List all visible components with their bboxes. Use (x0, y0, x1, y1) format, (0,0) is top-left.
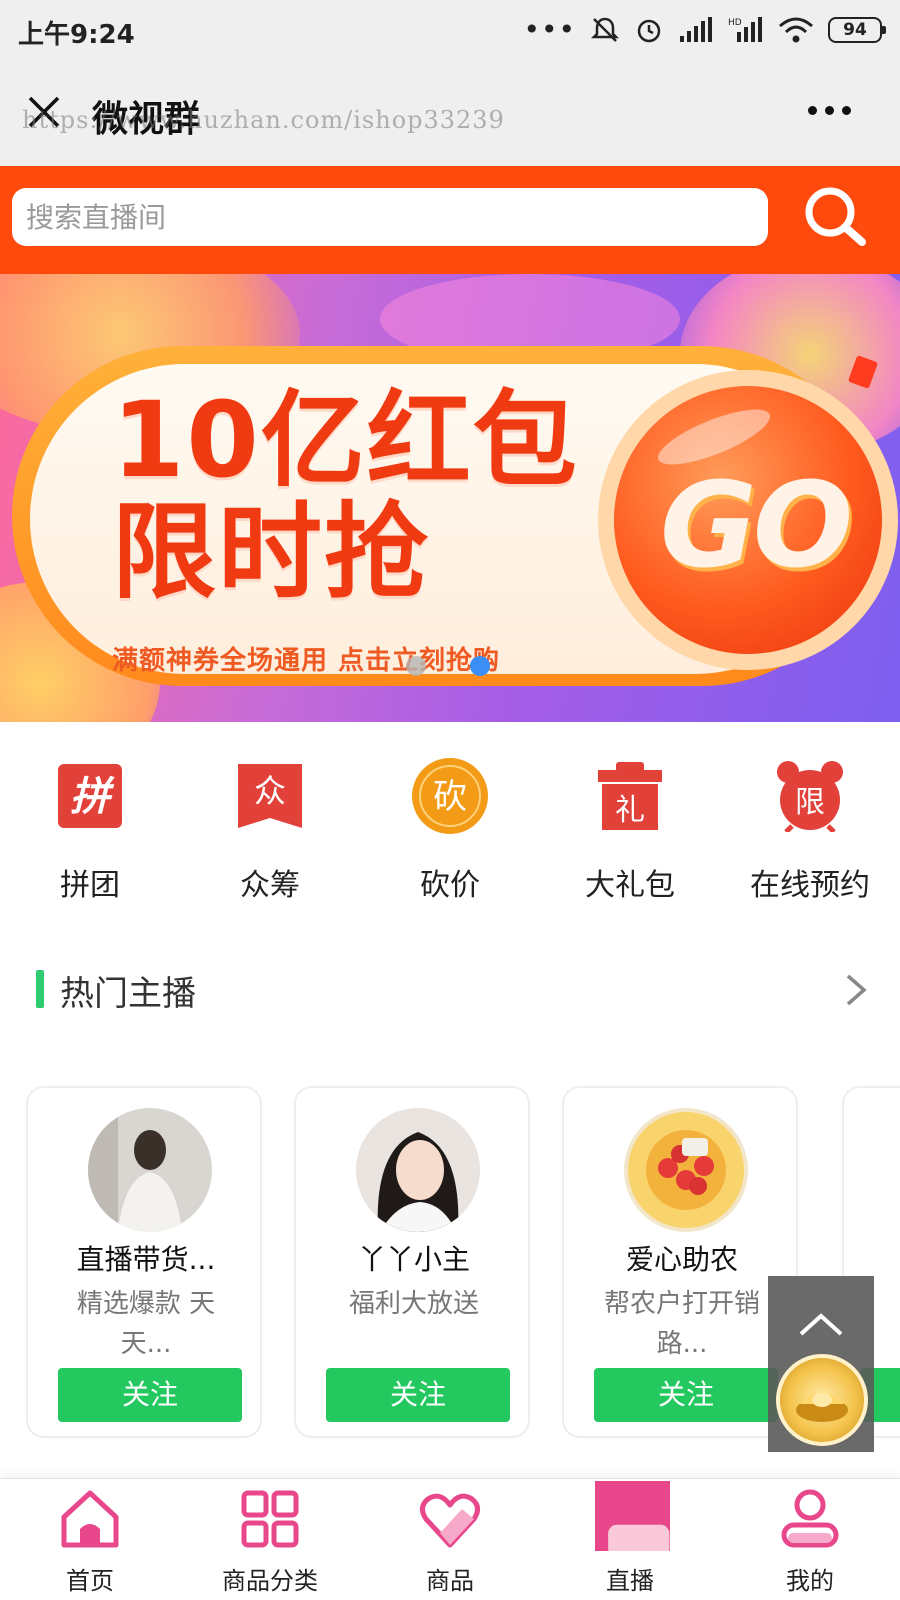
watermark-text: https://www.huzhan.com/ishop33239 (22, 106, 505, 134)
chevron-up-icon (799, 1313, 843, 1336)
search-icon[interactable] (800, 182, 870, 252)
gold-ingot-reward-icon[interactable] (776, 1354, 868, 1446)
user-icon (781, 1489, 839, 1548)
banner-headline: 10亿红包 限时抢 (112, 384, 579, 608)
hot-anchors-list: 直播带货... 精选爆款 天天... 关注 丫丫小主 福利大放送 关注 爱心助农… (0, 1086, 900, 1450)
status-bar: 上午9:24 ••• HD 94 (0, 0, 900, 62)
anchor-description: 福利大放送 (348, 1289, 479, 1319)
svg-text:众: 众 (254, 772, 286, 810)
more-notifications-icon: ••• (523, 13, 576, 46)
status-time: 上午9:24 (18, 20, 135, 50)
quick-menu-label: 砍价 (420, 868, 480, 903)
go-button[interactable]: GO (598, 370, 898, 670)
heart-icon (420, 1493, 480, 1548)
anchor-name: 直播带货... (76, 1243, 216, 1276)
svg-text:限: 限 (795, 785, 825, 820)
banner-subtitle: 满额神券全场通用 点击立刻抢购 (112, 646, 501, 676)
alarm-icon (637, 19, 661, 43)
more-dot-icon (825, 105, 834, 115)
section-title: 热门主播 (60, 974, 196, 1014)
tab-label: 商品分类 (222, 1567, 318, 1595)
live-icon (595, 1481, 670, 1551)
anchor-name: 爱心助农 (625, 1243, 738, 1276)
tab-home[interactable]: 首页 (0, 1479, 180, 1600)
quick-menu-item-gift-package[interactable]: 礼 大礼包 (540, 760, 720, 920)
quick-menu-label: 在线预约 (750, 868, 870, 903)
wifi-icon (779, 17, 813, 43)
anchor-avatar (88, 1108, 212, 1232)
carousel-dot-active[interactable] (470, 656, 490, 676)
title-bar: 微视群 https://www.huzhan.com/ishop33239 (0, 62, 900, 166)
quick-menu-item-bargain[interactable]: 砍 砍价 (360, 758, 540, 920)
anchor-avatar (356, 1108, 480, 1232)
bargain-icon: 砍 (412, 758, 488, 834)
battery-indicator: 94 (828, 17, 886, 43)
quick-menu-item-crowdfunding[interactable]: 众 众筹 (180, 760, 360, 920)
follow-button[interactable]: 关注 (58, 1368, 242, 1422)
crowdfunding-icon: 众 (238, 764, 302, 828)
tab-category[interactable]: 商品分类 (180, 1479, 360, 1600)
more-dot-icon (808, 105, 817, 115)
anchor-description: 帮农户打开销路... (603, 1289, 760, 1359)
svg-text:礼: 礼 (615, 793, 645, 828)
more-dot-icon (842, 105, 851, 115)
gift-package-icon: 礼 (598, 762, 662, 830)
svg-text:拼: 拼 (70, 774, 115, 820)
quick-menu: 拼 拼团 众 众筹 砍 砍价 礼 大礼包 限 在线预约 (0, 758, 900, 920)
quick-menu-item-pin-group[interactable]: 拼 拼团 (0, 760, 180, 920)
hd-signal-icon: HD (728, 17, 762, 42)
hot-anchors-header[interactable]: 热门主播 (0, 966, 900, 1016)
tab-label: 商品 (426, 1567, 474, 1595)
go-label: GO (660, 456, 853, 594)
search-input[interactable] (12, 188, 768, 246)
follow-button[interactable]: 关注 (326, 1368, 510, 1422)
pin-group-icon: 拼 (58, 764, 122, 828)
tab-products[interactable]: 商品 (360, 1479, 540, 1600)
anchor-card[interactable]: 直播带货... 精选爆款 天天... 关注 (26, 1086, 262, 1438)
anchor-card[interactable]: 爱心助农 帮农户打开销路... 关注 (562, 1086, 798, 1438)
status-icons: ••• HD 94 (523, 12, 886, 48)
section-accent-bar (36, 970, 44, 1008)
anchor-name: 丫丫小主 (357, 1243, 470, 1276)
quick-menu-item-appointment[interactable]: 限 在线预约 (720, 760, 900, 920)
quick-menu-label: 拼团 (60, 868, 120, 903)
promo-banner[interactable]: 10亿红包 限时抢 满额神券全场通用 点击立刻抢购 GO (0, 274, 900, 722)
follow-button[interactable]: 关注 (594, 1368, 778, 1422)
signal-icon (680, 17, 712, 42)
chevron-right-icon[interactable] (836, 968, 876, 1012)
anchor-avatar (624, 1108, 748, 1232)
more-options-button[interactable] (808, 98, 860, 122)
tab-label: 首页 (66, 1567, 114, 1595)
quick-menu-label: 众筹 (240, 868, 300, 903)
anchor-description: 精选爆款 天天... (76, 1289, 216, 1359)
category-grid-icon (241, 1490, 299, 1548)
tab-label: 直播 (606, 1567, 654, 1595)
bottom-tab-bar: 首页 商品分类 商品 直播 我的 (0, 1478, 900, 1600)
tab-mine[interactable]: 我的 (720, 1479, 900, 1600)
appointment-alarm-icon: 限 (777, 761, 843, 832)
banner-headline-line2: 限时抢 (112, 491, 431, 613)
svg-text:砍: 砍 (433, 777, 467, 817)
carousel-dot[interactable] (406, 656, 426, 676)
tab-label: 我的 (786, 1567, 834, 1595)
ingot-icon (796, 1393, 848, 1422)
app-screen: 上午9:24 ••• HD 94 微视群 https://www.huzhan.… (0, 0, 900, 1600)
home-icon (61, 1490, 119, 1548)
svg-text:HD: HD (728, 18, 742, 28)
quick-menu-label: 大礼包 (585, 868, 675, 903)
banner-headline-line1: 10亿红包 (112, 379, 579, 501)
mute-icon (590, 17, 620, 42)
anchor-card[interactable]: 丫丫小主 福利大放送 关注 (294, 1086, 530, 1438)
search-bar (0, 166, 900, 274)
tab-live[interactable]: 直播 (540, 1479, 720, 1600)
